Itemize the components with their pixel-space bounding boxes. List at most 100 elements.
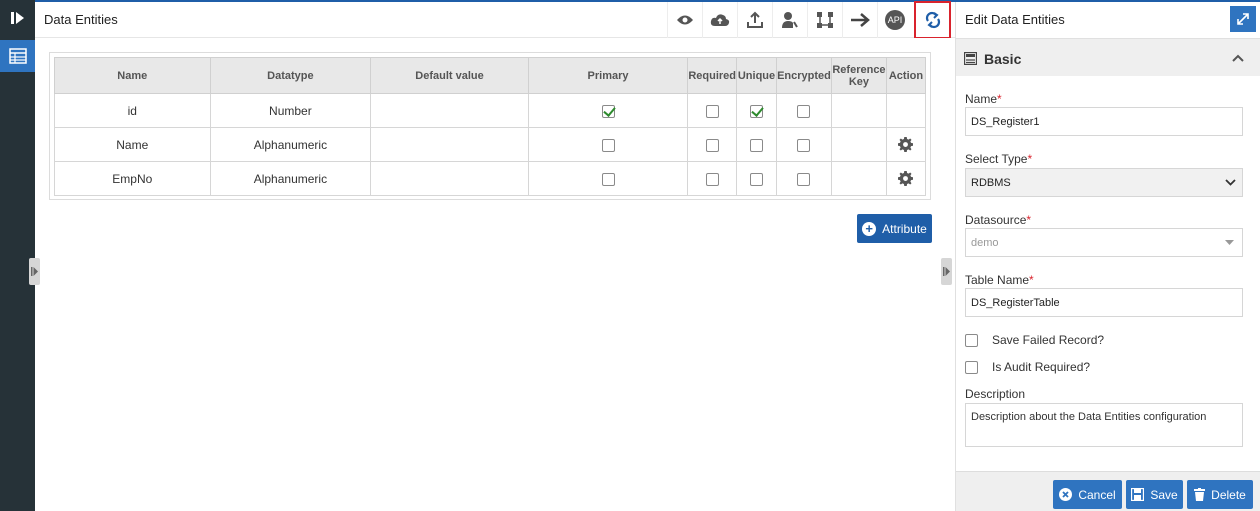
table-name-field[interactable]: DS_RegisterTable	[965, 288, 1243, 317]
save-icon	[1131, 488, 1145, 501]
navigate-button[interactable]	[842, 2, 877, 38]
table-row: id Number	[54, 93, 927, 128]
col-header-action: Action	[885, 57, 927, 94]
save-label: Save	[1150, 487, 1178, 502]
required-checkbox[interactable]	[705, 172, 719, 186]
datasource-label: Datasource*	[965, 213, 1032, 227]
preview-button[interactable]	[667, 2, 702, 38]
encrypted-checkbox[interactable]	[797, 138, 811, 152]
expand-panel-button[interactable]	[1230, 6, 1256, 32]
page-header: Data Entities API	[35, 1, 955, 39]
primary-checkbox[interactable]	[601, 104, 615, 118]
col-header-unique[interactable]: Unique	[736, 57, 777, 94]
delete-button[interactable]: Delete	[1187, 480, 1253, 509]
cell-reference-key[interactable]	[830, 127, 887, 162]
col-header-default-value[interactable]: Default value	[370, 57, 529, 94]
col-header-name[interactable]: Name	[54, 57, 211, 94]
main-content: Name Datatype Default value Primary Requ…	[29, 38, 955, 511]
save-failed-record-option: Save Failed Record?	[965, 333, 1104, 347]
table-header-row: Name Datatype Default value Primary Requ…	[54, 57, 927, 94]
primary-cell	[527, 161, 689, 196]
gear-icon[interactable]	[898, 171, 914, 187]
api-icon: API	[885, 10, 905, 30]
unique-checkbox[interactable]	[749, 104, 763, 118]
cell-action	[885, 93, 927, 128]
table-row: EmpNo Alphanumeric	[54, 161, 927, 196]
refresh-icon	[925, 11, 940, 29]
required-cell	[687, 93, 737, 128]
col-header-primary[interactable]: Primary	[527, 57, 689, 94]
relations-button[interactable]	[807, 2, 842, 38]
cancel-icon	[1059, 488, 1073, 501]
cell-name[interactable]: id	[54, 93, 211, 128]
encrypted-checkbox[interactable]	[797, 172, 811, 186]
attributes-table: Name Datatype Default value Primary Requ…	[54, 57, 927, 196]
encrypted-cell	[775, 93, 832, 128]
name-label: Name*	[965, 92, 1002, 106]
cell-reference-key[interactable]	[830, 161, 887, 196]
collapse-left-handle[interactable]	[29, 258, 40, 285]
add-attribute-button[interactable]: + Attribute	[857, 214, 932, 243]
api-button[interactable]: API	[877, 2, 912, 38]
encrypted-cell	[775, 127, 832, 162]
sidebar-item-data-entities[interactable]	[0, 40, 35, 72]
unique-checkbox[interactable]	[749, 138, 763, 152]
required-checkbox[interactable]	[705, 104, 719, 118]
panel-header: Edit Data Entities	[956, 2, 1260, 38]
save-failed-record-checkbox[interactable]	[965, 333, 978, 347]
save-button[interactable]: Save	[1126, 480, 1183, 509]
primary-checkbox[interactable]	[601, 172, 615, 186]
cloud-deploy-button[interactable]	[702, 2, 737, 38]
access-button[interactable]	[772, 2, 807, 38]
datasource-value: demo	[971, 237, 999, 249]
unique-cell	[736, 127, 777, 162]
col-header-encrypted[interactable]: Encrypted	[775, 57, 832, 94]
name-field[interactable]: DS_Register1	[965, 107, 1243, 136]
collapse-right-handle[interactable]	[941, 258, 952, 285]
primary-checkbox[interactable]	[601, 138, 615, 152]
caret-down-icon	[1225, 240, 1234, 245]
cell-default-value[interactable]	[370, 93, 529, 128]
description-textarea[interactable]: Description about the Data Entities conf…	[965, 403, 1243, 447]
toolbar: API	[667, 1, 951, 39]
cell-datatype[interactable]: Alphanumeric	[209, 161, 372, 196]
cancel-label: Cancel	[1078, 487, 1116, 502]
datasource-dropdown[interactable]: demo	[965, 228, 1243, 257]
arrow-right-icon	[851, 13, 870, 27]
cell-default-value[interactable]	[370, 161, 529, 196]
col-header-datatype[interactable]: Datatype	[209, 57, 372, 94]
unique-checkbox[interactable]	[749, 172, 763, 186]
encrypted-checkbox[interactable]	[797, 104, 811, 118]
cell-action	[885, 127, 927, 162]
gear-icon[interactable]	[898, 137, 914, 153]
description-label: Description	[965, 387, 1026, 401]
primary-cell	[527, 93, 689, 128]
cell-name[interactable]: EmpNo	[54, 161, 211, 196]
form-icon	[964, 52, 977, 65]
required-checkbox[interactable]	[705, 138, 719, 152]
graph-icon	[817, 12, 833, 28]
cell-name[interactable]: Name	[54, 127, 211, 162]
unique-cell	[736, 161, 777, 196]
col-header-required[interactable]: Required	[687, 57, 737, 94]
col-header-reference-key[interactable]: Reference Key	[830, 57, 887, 94]
cell-reference-key[interactable]	[830, 93, 887, 128]
cell-datatype[interactable]: Alphanumeric	[209, 127, 372, 162]
encrypted-cell	[775, 161, 832, 196]
app-logo-icon[interactable]	[0, 0, 35, 36]
expand-icon	[1237, 13, 1249, 25]
user-key-icon	[782, 12, 798, 28]
audit-required-checkbox[interactable]	[965, 360, 978, 374]
cell-datatype[interactable]: Number	[209, 93, 372, 128]
trash-icon	[1194, 488, 1206, 501]
basic-section-header[interactable]: Basic	[956, 38, 1260, 76]
refresh-button[interactable]	[914, 1, 951, 39]
cell-default-value[interactable]	[370, 127, 529, 162]
export-button[interactable]	[737, 2, 772, 38]
select-type-dropdown[interactable]: RDBMS	[965, 168, 1243, 197]
save-failed-record-label: Save Failed Record?	[992, 333, 1105, 347]
required-cell	[687, 127, 737, 162]
cancel-button[interactable]: Cancel	[1053, 480, 1122, 509]
chevron-up-icon[interactable]	[1232, 54, 1244, 62]
attributes-table-container: Name Datatype Default value Primary Requ…	[49, 52, 931, 200]
